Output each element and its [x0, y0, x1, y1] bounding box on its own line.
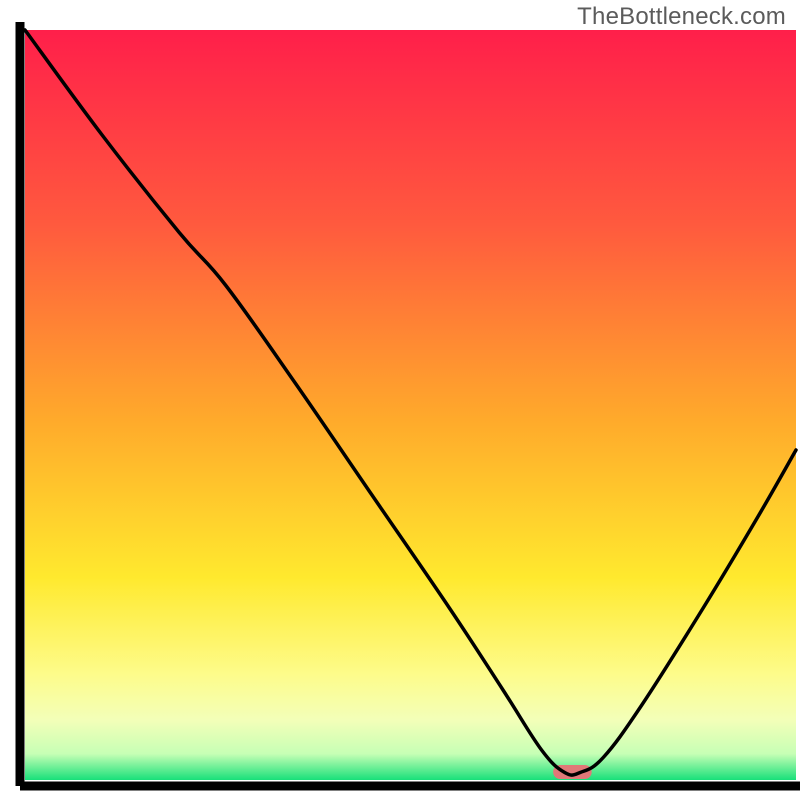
gradient-fill — [25, 30, 796, 780]
watermark-text: TheBottleneck.com — [577, 3, 786, 31]
chart-canvas: TheBottleneck.com — [0, 0, 800, 800]
chart-svg — [0, 0, 800, 800]
